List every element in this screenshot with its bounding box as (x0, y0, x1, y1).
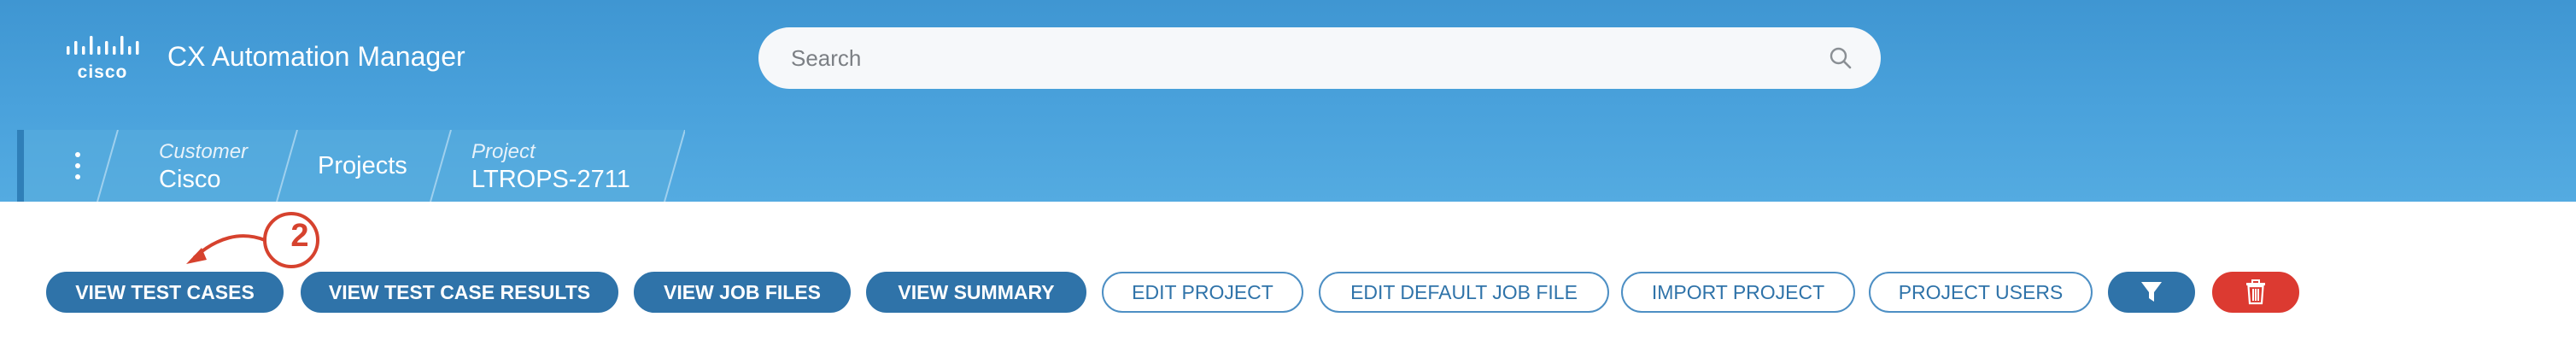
view-job-files-button[interactable]: VIEW JOB FILES (634, 272, 851, 313)
brand-logo[interactable]: cisco (63, 36, 145, 80)
import-project-button[interactable]: IMPORT PROJECT (1621, 272, 1855, 313)
more-menu-icon[interactable] (61, 147, 92, 185)
trash-icon (2246, 279, 2265, 305)
search-bar[interactable] (758, 27, 1881, 89)
breadcrumb-project-label: Project (471, 140, 536, 163)
cisco-logo-icon: cisco (67, 36, 139, 80)
search-input[interactable] (789, 44, 1828, 73)
step-number-badge: 2 (290, 218, 309, 254)
view-test-case-results-button[interactable]: VIEW TEST CASE RESULTS (301, 272, 618, 313)
search-icon[interactable] (1828, 45, 1853, 71)
funnel-icon (2141, 282, 2162, 302)
app-title: CX Automation Manager (167, 41, 465, 72)
view-summary-button[interactable]: VIEW SUMMARY (866, 272, 1086, 313)
breadcrumb: Customer Cisco Projects Project LTROPS-2… (17, 130, 685, 202)
breadcrumb-customer-label: Customer (159, 140, 249, 163)
app-window: cisco CX Automation Manager Customer Cis… (0, 0, 2576, 364)
breadcrumb-projects-link[interactable]: Projects (318, 152, 407, 180)
project-users-button[interactable]: PROJECT USERS (1869, 272, 2093, 313)
delete-button[interactable] (2212, 272, 2299, 313)
breadcrumb-project-link[interactable]: LTROPS-2711 (471, 166, 630, 194)
edit-default-job-file-button[interactable]: EDIT DEFAULT JOB FILE (1319, 272, 1609, 313)
filter-button[interactable] (2108, 272, 2195, 313)
breadcrumb-customer-link[interactable]: Cisco (159, 166, 221, 194)
edit-project-button[interactable]: EDIT PROJECT (1102, 272, 1303, 313)
logo-wordmark: cisco (78, 62, 128, 80)
